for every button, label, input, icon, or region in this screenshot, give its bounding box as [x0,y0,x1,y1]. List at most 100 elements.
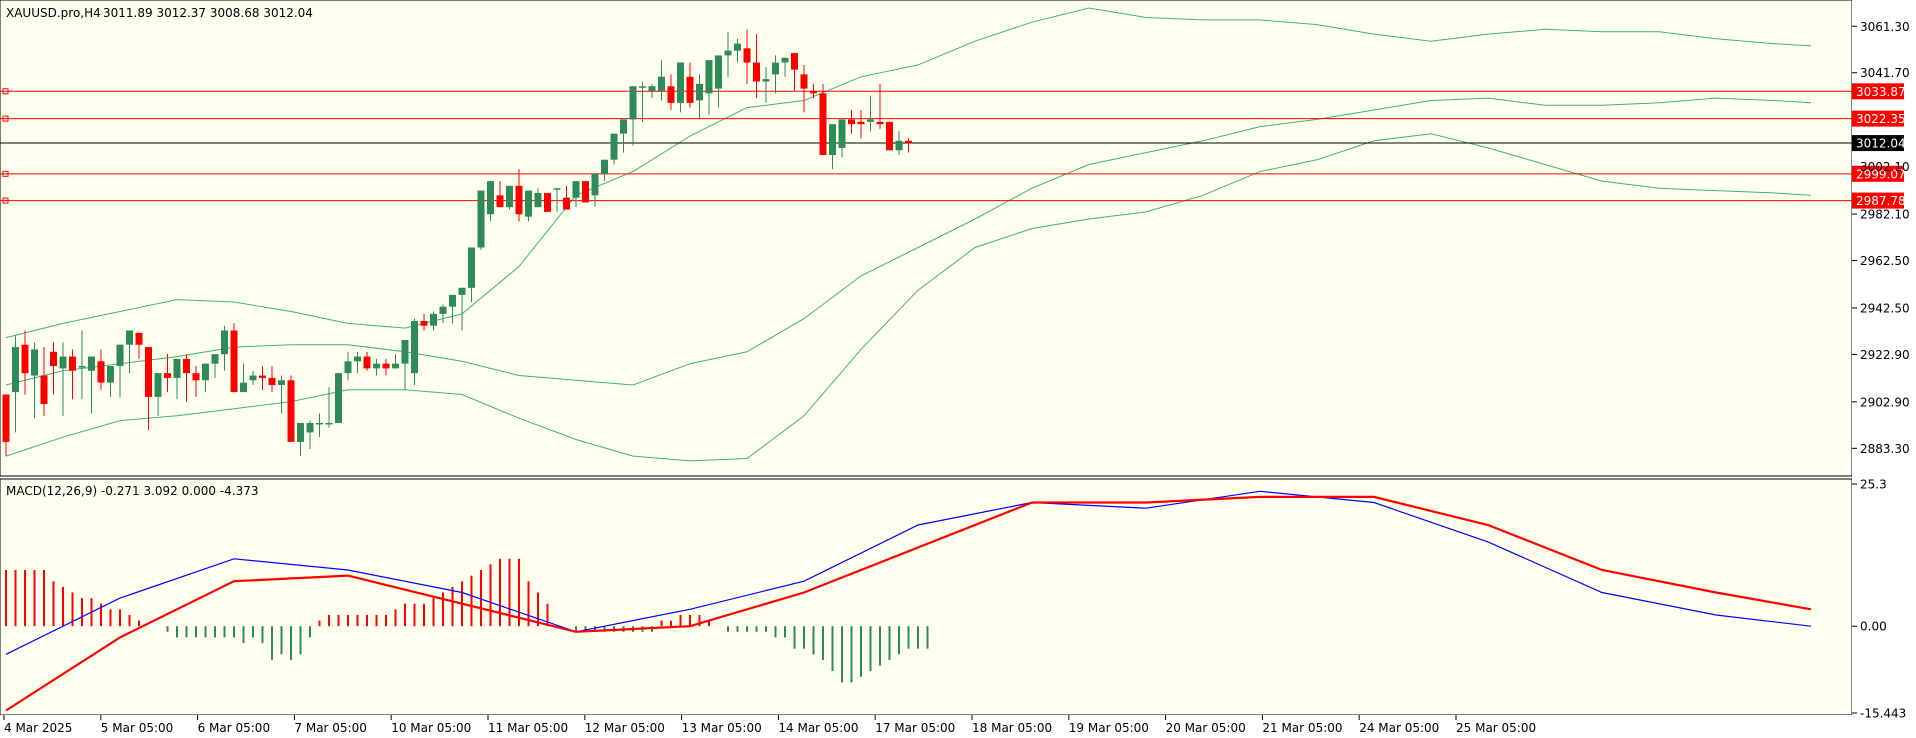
candle-body [496,195,504,208]
candle-body [667,86,675,103]
candle-body [430,313,437,326]
candle-body [297,422,304,442]
candle-body [506,185,513,208]
candle-body [50,351,57,367]
time-tick-label: 17 Mar 05:00 [875,721,955,735]
candle-body [829,124,836,156]
candle-body [895,140,903,151]
candle-body [392,363,399,369]
time-tick-label: 18 Mar 05:00 [972,721,1052,735]
candle-body [420,320,428,326]
candle-body [354,356,361,362]
candle-body [648,86,656,91]
candle-body [202,363,209,381]
candle-body [781,57,789,63]
candle-body [762,79,770,82]
candle-body [145,347,152,397]
candle-body [620,119,627,134]
candle-body [78,366,86,368]
candle-body [886,121,893,151]
candle-body [335,373,342,423]
candle-body [249,375,257,381]
price-panel-background [0,0,1853,477]
candle-body [487,181,494,215]
candle-body [696,83,703,101]
price-tick-label: 2982.10 [1860,208,1910,222]
candle-body [810,90,817,94]
candle-body [373,363,380,369]
candle-body [819,93,827,156]
price-tick-label: 2962.50 [1860,254,1910,268]
price-tick-label: 2942.50 [1860,301,1910,315]
candle-body [601,159,608,174]
candle-body [363,356,371,369]
candle-body [411,320,418,374]
level-price-label: 3033.87 [1856,85,1906,99]
candle-body [107,366,114,383]
macd-tick-label: -15.443 [1860,707,1906,721]
candle-body [705,60,713,94]
candle-body [449,294,456,307]
candle-body [306,422,314,433]
candle-body [848,119,855,125]
candle-body [515,185,523,215]
price-tick-label: 2883.30 [1860,442,1910,456]
candle-body [164,373,171,378]
candle-body [857,121,865,125]
time-tick-label: 10 Mar 05:00 [391,721,471,735]
time-scale-background [0,715,1916,738]
candle-body [905,140,912,144]
macd-tick-label: 0.00 [1860,620,1887,634]
time-tick-label: 25 Mar 05:00 [1456,721,1536,735]
macd-tick-label: 25.3 [1860,478,1887,492]
candle-body [610,133,618,160]
level-price-label: 2987.78 [1856,194,1906,208]
candle-body [382,363,390,369]
time-tick-label: 11 Mar 05:00 [488,721,568,735]
current-price-label: 3012.04 [1856,137,1906,151]
price-tick-label: 2902.90 [1860,395,1910,409]
chart-header: XAUUSD.pro,H4 [6,6,101,20]
candle-body [221,330,228,355]
candle-body [553,188,561,190]
candle-body [439,306,447,314]
candle-body [69,356,76,371]
candle-body [211,354,219,364]
time-tick-label: 20 Mar 05:00 [1166,721,1246,735]
candle-body [867,119,874,122]
candle-body [287,380,295,442]
time-tick-label: 13 Mar 05:00 [682,721,762,735]
candle-body [591,173,599,196]
candle-body [838,119,846,148]
candle-body [97,361,105,383]
candle-body [800,74,808,89]
time-tick-label: 19 Mar 05:00 [1069,721,1149,735]
time-tick-label: 24 Mar 05:00 [1359,721,1439,735]
candle-body [135,332,143,345]
time-tick-label: 5 Mar 05:00 [101,721,174,735]
time-tick-label: 14 Mar 05:00 [778,721,858,735]
candle-body [791,53,798,70]
candle-body [677,62,684,103]
candle-body [715,55,722,89]
candle-body [344,361,352,374]
candle-body [126,330,133,345]
candle-body [639,86,646,88]
candle-body [278,380,285,386]
price-tick-label: 3061.30 [1860,20,1910,34]
candle-body [686,76,694,103]
price-tick-label: 3041.70 [1860,66,1910,80]
candle-body [572,181,580,198]
candle-body [40,375,48,404]
candle-body [525,190,532,217]
candle-body [116,344,124,367]
candle-body [477,190,485,248]
candle-body [12,347,19,393]
candle-body [534,192,542,208]
macd-header: MACD(12,26,9) -0.271 3.092 0.000 -4.373 [6,484,258,498]
candle-body [259,375,266,378]
price-tick-label: 3002.10 [1860,160,1910,174]
candle-body [772,62,779,75]
candle-body [582,181,589,203]
candle-body [173,358,181,378]
